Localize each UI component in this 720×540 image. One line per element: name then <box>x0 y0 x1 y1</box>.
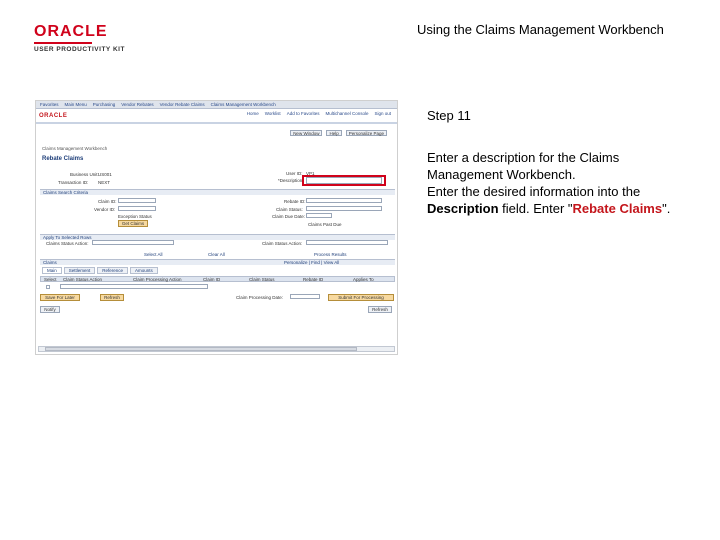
field-name: Description <box>427 201 499 216</box>
horizontal-scrollbar[interactable] <box>38 346 395 352</box>
notify-button[interactable]: Notify <box>40 306 60 313</box>
grid-column: Claim ID <box>203 277 221 282</box>
claim-due-date-label: Claim Due Date: <box>272 214 306 219</box>
process-results-link[interactable]: Process Results <box>314 252 347 257</box>
business-unit-label: Business Unit: <box>70 172 99 177</box>
step-instructions: Enter a description for the Claims Manag… <box>427 149 677 217</box>
document-title: Using the Claims Management Workbench <box>417 22 664 37</box>
new-window-link[interactable]: New Window <box>290 130 323 136</box>
grid-column: Claim Status Action <box>63 277 103 282</box>
logo-rule <box>34 42 92 44</box>
nav-breadcrumb-bar: Favorites Main Menu Purchasing Vendor Re… <box>36 101 397 109</box>
vendor-id-label: Vendor ID: <box>94 207 116 212</box>
refresh-bottom-button[interactable]: Refresh <box>368 306 392 313</box>
refresh-button[interactable]: Refresh <box>100 294 124 301</box>
top-link[interactable]: Multichannel Console <box>325 111 368 116</box>
claim-due-date-field[interactable] <box>306 213 332 218</box>
nav-item[interactable]: Purchasing <box>93 102 116 107</box>
user-id-label: User ID: <box>286 171 303 176</box>
transaction-id-label: Transaction ID: <box>58 180 89 185</box>
claims-past-due-checkbox[interactable]: Claims Past Due <box>308 222 342 227</box>
logo-text: ORACLE <box>34 23 108 40</box>
submit-for-processing-button[interactable]: Submit For Processing <box>328 294 394 301</box>
vendor-id-field[interactable] <box>118 206 156 211</box>
app-logo: ORACLE <box>39 113 68 119</box>
app-header: ORACLE Home Worklist Add to Favorites Mu… <box>36 109 397 124</box>
get-claims-button[interactable]: Get Claims <box>118 220 148 227</box>
instruction-prefix: Enter the desired information into the <box>427 184 641 199</box>
business-unit-value: US001 <box>98 172 112 177</box>
claim-status-action-label: Claim Status Action: <box>262 241 303 246</box>
grid-column: Claim Processing Action <box>133 277 182 282</box>
nav-item[interactable]: Claims Management Workbench <box>211 102 276 107</box>
claims-grid-header: Claims <box>40 259 395 265</box>
top-link[interactable]: Add to Favorites <box>287 111 320 116</box>
scrollbar-thumb[interactable] <box>45 347 357 351</box>
logo-subtext: USER PRODUCTIVITY KIT <box>34 46 125 53</box>
page-breadcrumb: Claims Management Workbench <box>42 146 108 151</box>
grid-controls[interactable]: Personalize | Find | View All <box>284 260 339 265</box>
tab-settlement[interactable]: Settlement <box>63 267 96 274</box>
tab-reference[interactable]: Reference <box>97 267 129 274</box>
instruction-line-2: Enter the desired information into the D… <box>427 183 677 217</box>
top-link[interactable]: Home <box>247 111 259 116</box>
claim-status-label: Claim Status: <box>276 207 303 212</box>
nav-item[interactable]: Main Menu <box>65 102 87 107</box>
claim-status-select[interactable] <box>306 206 382 211</box>
clear-all-link[interactable]: Clear All <box>208 252 225 257</box>
save-for-later-button[interactable]: Save For Later <box>40 294 80 301</box>
select-all-link[interactable]: Select All <box>144 252 163 257</box>
help-link[interactable]: Help <box>326 130 342 136</box>
top-link[interactable]: Sign out <box>374 111 391 116</box>
nav-item[interactable]: Vendor Rebate Claims <box>160 102 205 107</box>
claim-status-action-select[interactable] <box>306 240 388 245</box>
top-links: Home Worklist Add to Favorites Multichan… <box>247 111 391 116</box>
application-screenshot: Favorites Main Menu Purchasing Vendor Re… <box>35 100 398 355</box>
description-highlight-box <box>302 175 386 186</box>
claim-processing-date-label: Claim Processing Date: <box>236 295 284 300</box>
grid-column: Select <box>44 277 57 282</box>
grid-tabs: Main Settlement Reference Amounts <box>42 267 158 274</box>
grid-column: Applies To <box>353 277 374 282</box>
oracle-upk-logo: ORACLE USER PRODUCTIVITY KIT <box>34 24 144 53</box>
entry-value: Rebate Claims <box>572 201 663 216</box>
claim-id-field[interactable] <box>118 198 156 203</box>
claims-search-criteria-header[interactable]: Claims Search Criteria <box>40 189 395 195</box>
grid-column-header: Select Claim Status Action Claim Process… <box>40 276 395 282</box>
instruction-suffix: ". <box>662 201 671 216</box>
nav-item[interactable]: Vendor Rebates <box>121 102 153 107</box>
row-select-checkbox[interactable] <box>46 285 50 289</box>
row-claim-status-action-select[interactable] <box>60 284 208 289</box>
transaction-id-value: NEXT <box>98 180 111 185</box>
grid-column: Claim Status <box>249 277 275 282</box>
exception-status-checkbox[interactable]: Exception Status <box>118 214 152 219</box>
description-label: *Description: <box>278 178 304 183</box>
instruction-mid: field. Enter " <box>498 201 573 216</box>
claims-status-action-select[interactable] <box>92 240 174 245</box>
step-number: Step 11 <box>427 108 471 123</box>
rebate-id-field[interactable] <box>306 198 382 203</box>
tab-amounts[interactable]: Amounts <box>130 267 158 274</box>
claim-id-label: Claim ID: <box>98 199 117 204</box>
page-heading: Rebate Claims <box>42 156 84 162</box>
page-toolbar: New Window Help Personalize Page <box>290 130 387 136</box>
claim-processing-date-field[interactable] <box>290 294 320 299</box>
claims-status-action-label: Claims Status Action: <box>46 241 89 246</box>
instruction-line-1: Enter a description for the Claims Manag… <box>427 150 620 182</box>
tab-main[interactable]: Main <box>42 267 62 274</box>
grid-column: Rebate ID <box>303 277 324 282</box>
top-link[interactable]: Worklist <box>265 111 281 116</box>
nav-item[interactable]: Favorites <box>40 102 59 107</box>
personalize-page-link[interactable]: Personalize Page <box>345 130 387 136</box>
rebate-id-label: Rebate ID: <box>284 199 306 204</box>
